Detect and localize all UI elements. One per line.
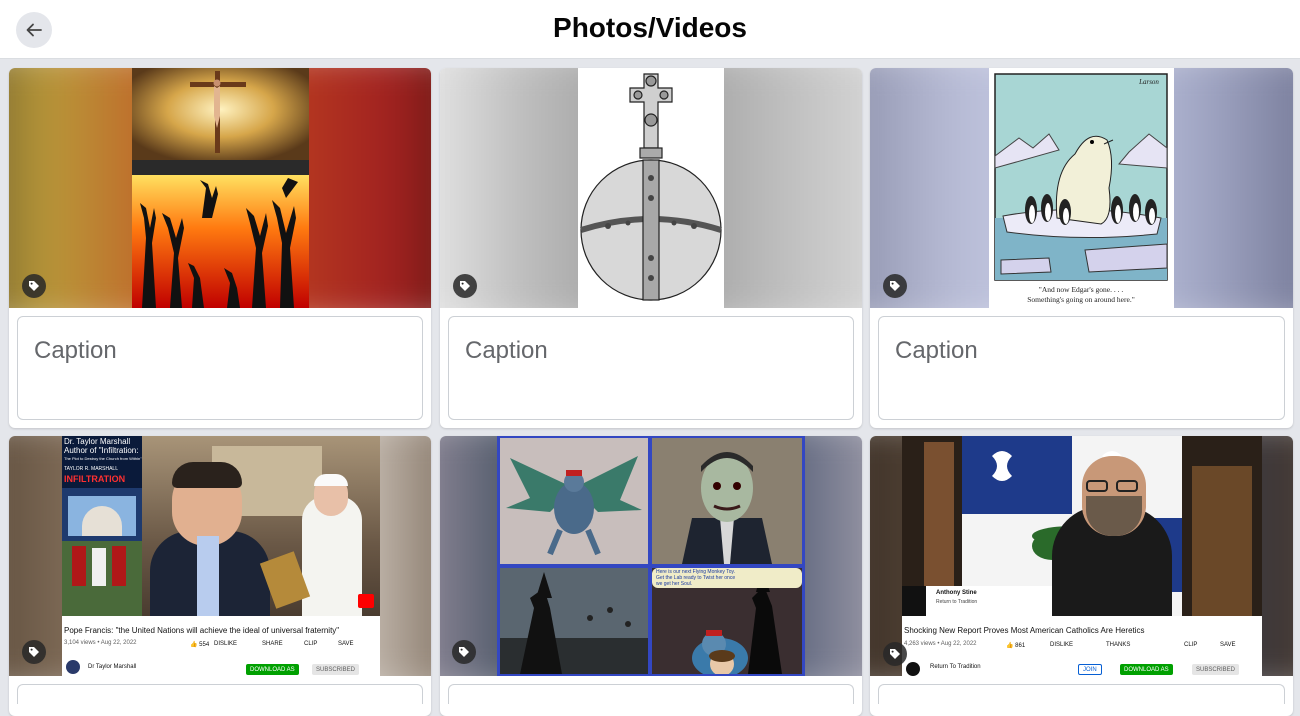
photo-thumbnail[interactable]	[9, 68, 431, 308]
like-count: 554	[199, 642, 210, 648]
thanks-label: THANKS	[1106, 642, 1131, 648]
tag-button[interactable]	[883, 274, 907, 298]
polar-bear-cartoon-image: Larson "And now Edgar's gone. . . . Some…	[989, 68, 1174, 308]
book-title: INFILTRATION	[64, 474, 126, 484]
page-title: Photos/Videos	[553, 12, 747, 43]
tag-icon	[29, 647, 39, 657]
clip-label: CLIP	[1184, 642, 1198, 648]
speech-text-3: we get her Soul.	[656, 581, 693, 587]
video-title: Pope Francis: "the United Nations will a…	[64, 626, 340, 635]
download-label: DOWNLOAD AS	[246, 664, 299, 675]
save-label: SAVE	[1220, 642, 1236, 648]
photo-card: Caption	[9, 68, 431, 428]
caption-input[interactable]	[878, 684, 1285, 704]
video-meta: 4,263 views • Aug 22, 2022	[904, 641, 977, 647]
caption-placeholder: Caption	[895, 337, 978, 364]
photo-card: Caption	[440, 68, 862, 428]
video-overlay-line3: The Plot to Destroy the Church from With…	[64, 456, 142, 461]
video-title: Shocking New Report Proves Most American…	[904, 626, 1145, 635]
video-overlay-line1: Dr. Taylor Marshall	[64, 437, 131, 446]
tag-icon	[29, 281, 39, 291]
caption-placeholder: Caption	[34, 337, 117, 364]
dislike-label: DISLIKE	[214, 641, 238, 647]
tag-button[interactable]	[452, 640, 476, 664]
join-label: JOIN	[1078, 664, 1102, 675]
tag-icon	[890, 649, 900, 659]
book-author: TAYLOR R. MARSHALL	[64, 466, 118, 472]
video-screenshot-image: Anthony Stine Return to Tradition Shocki…	[902, 436, 1262, 676]
photo-thumbnail[interactable]: Here is our next Flying Monkey Toy. Get …	[440, 436, 862, 676]
channel-name: Return To Tradition	[930, 664, 981, 670]
like-count: 861	[1015, 643, 1026, 649]
video-overlay-line2: Author of "Infiltration:	[64, 446, 139, 455]
lower-third-name: Anthony Stine	[936, 590, 977, 596]
dislike-label: DISLIKE	[1050, 642, 1074, 648]
share-label: SHARE	[262, 641, 283, 647]
subscribed-label: SUBSCRIBED	[1192, 664, 1240, 675]
cartoon-signature: Larson	[1138, 78, 1159, 86]
page-header: Photos/Videos	[0, 0, 1300, 59]
photo-card: Larson "And now Edgar's gone. . . . Some…	[870, 68, 1293, 428]
subscribed-label: SUBSCRIBED	[312, 664, 360, 675]
photo-card: Here is our next Flying Monkey Toy. Get …	[440, 436, 862, 716]
caption-input[interactable]	[448, 684, 854, 704]
caption-input[interactable]	[17, 684, 423, 704]
tag-icon	[459, 647, 469, 657]
photo-thumbnail[interactable]	[440, 68, 862, 308]
download-label: DOWNLOAD AS	[1120, 664, 1173, 675]
clip-label: CLIP	[304, 641, 318, 647]
tag-icon	[460, 281, 470, 291]
tag-icon	[890, 281, 900, 291]
caption-placeholder: Caption	[465, 337, 548, 364]
flying-monkey-collage-image: Here is our next Flying Monkey Toy. Get …	[497, 436, 805, 676]
caption-input[interactable]: Caption	[448, 316, 854, 420]
tag-button[interactable]	[22, 274, 46, 298]
tag-button[interactable]	[883, 642, 907, 666]
lower-third-sub: Return to Tradition	[936, 599, 978, 605]
caption-input[interactable]: Caption	[17, 316, 423, 420]
photo-thumbnail[interactable]: Anthony Stine Return to Tradition Shocki…	[870, 436, 1293, 676]
cartoon-caption-line1: "And now Edgar's gone. . . .	[1039, 285, 1124, 294]
caption-input[interactable]: Caption	[878, 316, 1285, 420]
photo-thumbnail[interactable]: Dr. Taylor Marshall Author of "Infiltrat…	[9, 436, 431, 676]
save-label: SAVE	[338, 641, 354, 647]
crucifixion-image	[132, 68, 309, 308]
photo-thumbnail[interactable]: Larson "And now Edgar's gone. . . . Some…	[870, 68, 1293, 308]
tag-button[interactable]	[453, 274, 477, 298]
orb-engraving-image	[578, 68, 724, 308]
cartoon-caption-line2: Something's going on around here."	[1027, 295, 1135, 304]
video-screenshot-image: Dr. Taylor Marshall Author of "Infiltrat…	[62, 436, 380, 676]
tag-button[interactable]	[22, 640, 46, 664]
photo-card: Anthony Stine Return to Tradition Shocki…	[870, 436, 1293, 716]
video-meta: 3,104 views • Aug 22, 2022	[64, 640, 137, 646]
photo-card: Dr. Taylor Marshall Author of "Infiltrat…	[9, 436, 431, 716]
channel-name: Dr Taylor Marshall	[88, 664, 137, 670]
